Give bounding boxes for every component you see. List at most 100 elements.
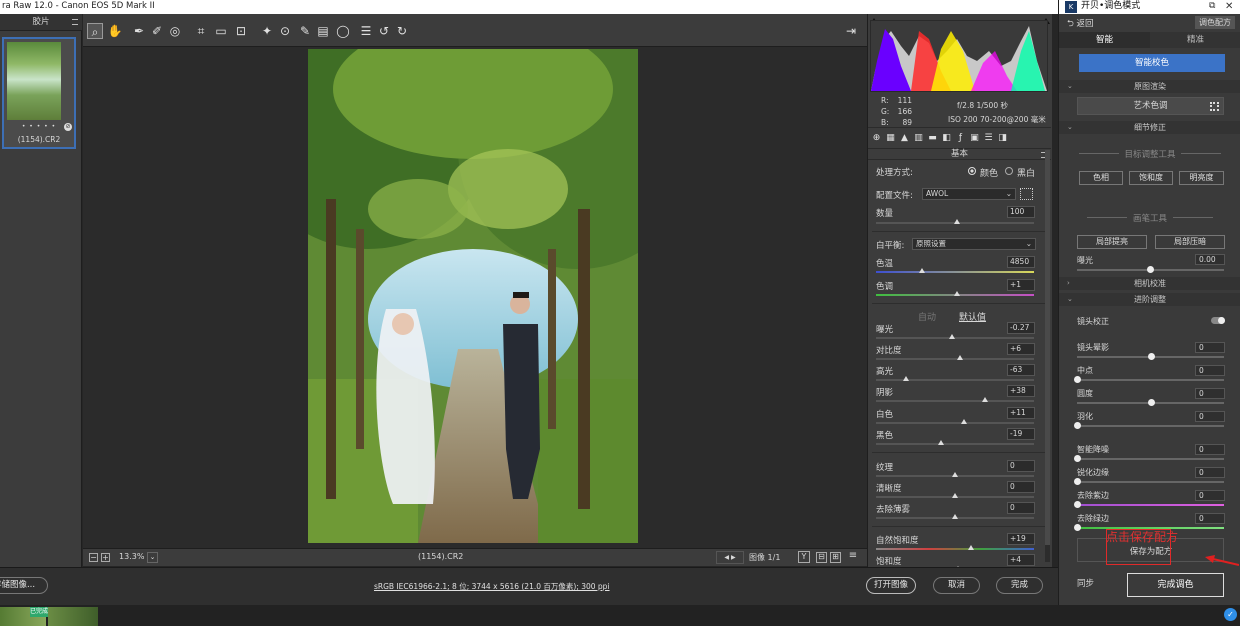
slider-knob[interactable] — [952, 472, 958, 477]
section-detail-fix[interactable]: ⌄ 细节修正 — [1059, 121, 1240, 134]
advanced-slider[interactable] — [1074, 501, 1224, 508]
slider-knob[interactable] — [1147, 266, 1154, 273]
advanced-slider-value[interactable]: 0 — [1195, 490, 1225, 501]
rotate-left-icon[interactable]: ↺ — [376, 23, 392, 39]
adjustment-slider[interactable] — [876, 419, 1034, 424]
auto-button[interactable]: 自动 — [918, 310, 936, 323]
slider-value[interactable]: -63 — [1007, 364, 1035, 376]
spot-removal-tool-icon[interactable]: ✦ — [259, 23, 275, 39]
advanced-slider-value[interactable]: 0 — [1195, 365, 1225, 376]
default-button[interactable]: 默认值 — [959, 310, 986, 323]
slider-value[interactable]: -19 — [1007, 428, 1035, 440]
panel-scrollbar[interactable] — [1045, 150, 1050, 562]
back-button[interactable]: ⮌ 返回 — [1067, 17, 1094, 32]
adjustment-slider[interactable] — [876, 472, 1034, 477]
section-camera-calibration[interactable]: › 相机校准 — [1059, 277, 1240, 290]
open-image-button[interactable]: 打开图像 — [866, 577, 916, 594]
tab-smart[interactable]: 智能 — [1059, 32, 1150, 48]
hand-tool-icon[interactable]: ✋ — [107, 23, 123, 39]
slider-knob[interactable] — [952, 493, 958, 498]
scroll-thumb[interactable] — [1045, 150, 1050, 545]
slider-knob[interactable] — [953, 291, 960, 296]
slider-knob[interactable] — [1147, 399, 1155, 406]
profile-browser-icon[interactable] — [1020, 188, 1033, 200]
tab-precise[interactable]: 精准 — [1150, 32, 1240, 48]
fullscreen-icon[interactable]: ⇥ — [843, 23, 859, 39]
compare-icon[interactable]: ⊟ — [816, 552, 827, 563]
adjustment-slider[interactable] — [876, 355, 1034, 360]
split-toning-icon[interactable]: ▬ — [927, 132, 938, 144]
advanced-slider-value[interactable]: 0 — [1195, 411, 1225, 422]
sync-button[interactable]: 同步 — [1077, 577, 1094, 589]
finish-grading-button[interactable]: 完成调色 — [1127, 573, 1224, 597]
image-nav-arrows-icon[interactable]: ◀ ▶ — [716, 551, 744, 564]
slider-knob[interactable] — [1074, 376, 1081, 383]
targeted-adjustment-tool-icon[interactable]: ◎ — [167, 23, 183, 39]
hsl-icon[interactable]: ▥ — [913, 132, 924, 144]
slider-value[interactable]: 0 — [1007, 502, 1035, 514]
workflow-options-link[interactable]: sRGB IEC61966-2.1; 8 位; 3744 x 5616 (21.… — [374, 581, 610, 592]
detail-icon[interactable]: ▲ — [899, 132, 910, 144]
swap-icon[interactable]: ⊞ — [830, 552, 841, 563]
advanced-slider[interactable] — [1074, 376, 1224, 383]
preferences-icon[interactable]: ☰ — [358, 23, 374, 39]
amount-slider[interactable] — [876, 219, 1034, 224]
zoom-in-icon[interactable]: + — [101, 553, 110, 562]
slider-value[interactable]: +38 — [1007, 385, 1035, 397]
cancel-button[interactable]: 取消 — [933, 577, 980, 594]
bw-radio[interactable] — [1005, 167, 1013, 175]
local-brighten-button[interactable]: 局部提亮 — [1077, 235, 1147, 249]
graduated-filter-icon[interactable]: ▤ — [315, 23, 331, 39]
advanced-slider-value[interactable]: 0 — [1195, 342, 1225, 353]
advanced-slider[interactable] — [1077, 399, 1224, 406]
effects-icon[interactable]: ƒ — [955, 132, 966, 144]
slider-knob[interactable] — [1074, 501, 1081, 508]
adjustment-slider[interactable] — [876, 440, 1034, 445]
save-image-button[interactable]: 存储图像... — [0, 577, 48, 594]
profile-select[interactable]: AWOL ⌄ — [922, 188, 1016, 200]
rotate-right-icon[interactable]: ↻ — [394, 23, 410, 39]
filmstrip-thumbnail[interactable]: • • • • • ⊘ (1154).CR2 — [2, 37, 76, 149]
slider-knob[interactable] — [918, 268, 925, 273]
menu-lines-icon[interactable]: ≡ — [847, 551, 859, 563]
zoom-tool-icon[interactable]: ⌕ — [87, 23, 103, 39]
slider-value[interactable]: +6 — [1007, 343, 1035, 355]
slider-value[interactable]: +19 — [1007, 533, 1035, 545]
slider-knob[interactable] — [1074, 422, 1081, 429]
taskbar-thumbnail[interactable] — [48, 607, 98, 626]
slider-knob[interactable] — [1074, 478, 1081, 485]
smart-color-button[interactable]: 智能校色 — [1079, 54, 1225, 72]
chevron-down-icon[interactable]: ⌄ — [147, 552, 158, 563]
advanced-slider[interactable] — [1074, 455, 1224, 462]
done-button[interactable]: 完成 — [996, 577, 1043, 594]
advanced-slider[interactable] — [1077, 353, 1224, 360]
slider-knob[interactable] — [1074, 524, 1081, 531]
slider-knob[interactable] — [961, 419, 968, 424]
lens-correction-toggle[interactable] — [1211, 317, 1225, 324]
slider-knob[interactable] — [1074, 455, 1081, 462]
advanced-slider-value[interactable]: 0 — [1195, 513, 1225, 524]
section-advanced[interactable]: ⌄ 进阶调整 — [1059, 293, 1240, 306]
radial-filter-icon[interactable]: ◯ — [335, 23, 351, 39]
local-darken-button[interactable]: 局部压暗 — [1155, 235, 1225, 249]
presets-icon[interactable]: ☰ — [983, 132, 994, 144]
brush-tool-icon[interactable]: ✎ — [297, 23, 313, 39]
recipe-button[interactable]: 调色配方 — [1195, 16, 1235, 29]
slider-knob[interactable] — [982, 397, 989, 402]
image-preview[interactable] — [83, 47, 867, 548]
tone-curve-icon[interactable]: ▦ — [885, 132, 896, 144]
advanced-slider[interactable] — [1074, 422, 1224, 429]
popout-icon[interactable]: ⧉ — [1209, 0, 1215, 13]
transform-tool-icon[interactable]: ⊡ — [233, 23, 249, 39]
slider-value[interactable]: -0.27 — [1007, 322, 1035, 334]
slider-knob[interactable] — [937, 440, 944, 445]
adjustment-slider[interactable] — [876, 268, 1034, 273]
slider-knob[interactable] — [967, 545, 974, 550]
adjustment-slider[interactable] — [876, 291, 1034, 296]
advanced-slider[interactable] — [1074, 478, 1224, 485]
color-sampler-tool-icon[interactable]: ✐ — [149, 23, 165, 39]
amount-value[interactable]: 100 — [1007, 206, 1035, 218]
slider-value[interactable]: 0 — [1007, 460, 1035, 472]
slider-knob[interactable] — [1147, 353, 1155, 360]
adjustment-slider[interactable] — [876, 397, 1034, 402]
